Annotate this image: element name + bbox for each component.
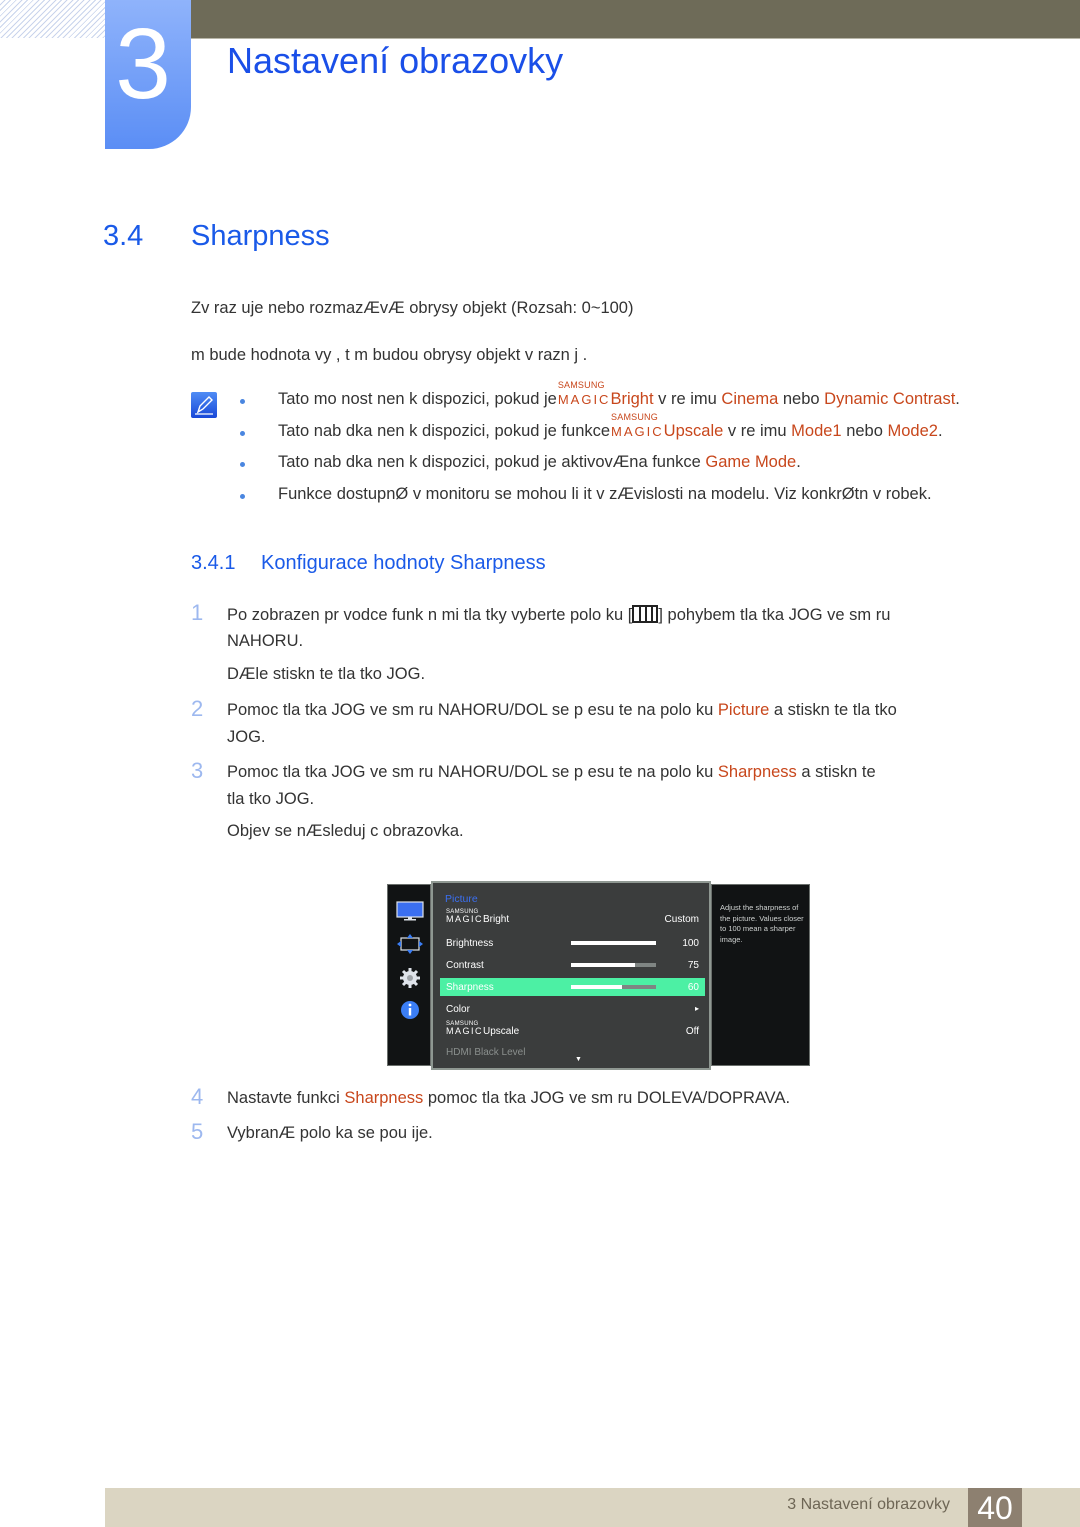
section-description: Zv raz uje nebo rozmazÆvÆ obrysy objekt …	[191, 299, 634, 317]
info-icon	[401, 1001, 419, 1019]
header-bar	[190, 0, 1080, 38]
note-highlight: Bright	[610, 390, 654, 408]
section-title: Sharpness	[191, 220, 330, 252]
osd-slider-sharpness[interactable]	[571, 985, 656, 989]
osd-row-magic-bright[interactable]: SAMSUNG MAGICBright Custom	[440, 909, 705, 928]
step-highlight: Sharpness	[344, 1089, 424, 1107]
step-1-line-3: DÆle stiskn te tla tko JOG.	[227, 665, 426, 683]
footer-chapter-label: 3 Nastavení obrazovky	[787, 1496, 950, 1513]
note-text: Tato mo nost nen k dispozici, pokud je	[278, 390, 557, 408]
osd-slider-fill	[571, 941, 656, 945]
step-number: 3	[191, 758, 204, 783]
bullet-icon	[240, 493, 245, 499]
bullet-icon	[240, 462, 245, 467]
menu-button-icon	[632, 605, 659, 623]
step-number: 2	[191, 696, 204, 721]
size-position-icon	[397, 934, 423, 954]
note-text: Tato nab dka nen k dispozici, pokud je f…	[278, 421, 611, 440]
note-highlight: Game Mode	[705, 453, 797, 471]
osd-row-color[interactable]: Color ▸	[440, 1000, 705, 1018]
osd-help-panel: Adjust the sharpness of the picture. Val…	[711, 884, 810, 1066]
step-3-line-3: Objev se nÆsleduj c obrazovka.	[227, 822, 464, 840]
step-3-line-1: Pomoc tla tka JOG ve sm ru NAHORU/DOL se…	[227, 763, 876, 781]
bullet-icon	[240, 430, 245, 436]
osd-sidebar	[387, 884, 431, 1066]
scroll-down-icon[interactable]: ▼	[575, 1056, 582, 1063]
osd-slider-brightness[interactable]	[571, 941, 656, 945]
note-highlight: Cinema	[721, 390, 779, 408]
osd-row-value: Off	[685, 1026, 699, 1037]
note-highlight: Mode2	[887, 421, 938, 440]
osd-row-hdmi-black-level: HDMI Black Level	[446, 1047, 526, 1058]
step-4-line-1: Nastavte funkci Sharpness pomoc tla tka …	[227, 1089, 791, 1107]
step-highlight: Picture	[717, 701, 770, 719]
step-2-line-2: JOG.	[227, 728, 266, 746]
chapter-tab: 3	[105, 0, 191, 149]
osd-row-value: 75	[687, 960, 699, 971]
header-divider	[190, 38, 1080, 39]
step-1-line-2: NAHORU.	[227, 632, 304, 650]
section-number: 3.4	[103, 220, 144, 252]
osd-slider-fill	[571, 963, 635, 967]
step-3-line-2: tla tko JOG.	[227, 790, 315, 808]
step-2-line-1: Pomoc tla tka JOG ve sm ru NAHORU/DOL se…	[227, 701, 897, 719]
chapter-title: Nastavení obrazovky	[227, 40, 564, 81]
osd-row-value: 60	[687, 982, 699, 993]
osd-row-value: 100	[682, 938, 699, 949]
step-1-line-1: Po zobrazen pr vodce funk n mi tla tky v…	[227, 605, 891, 624]
step-number: 1	[191, 600, 204, 625]
note-highlight: Mode1	[791, 421, 842, 440]
chapter-number: 3	[115, 8, 171, 120]
gear-icon	[400, 968, 420, 988]
page-number-box: 40	[968, 1488, 1022, 1527]
subsection-number: 3.4.1	[191, 552, 236, 574]
samsung-magic-logo: SAMSUNG MAGIC	[446, 1021, 484, 1036]
note-pencil-icon	[191, 392, 217, 418]
osd-row-magic-upscale[interactable]: SAMSUNG MAGICUpscale Off	[440, 1021, 705, 1040]
osd-row-sharpness[interactable]: Sharpness 60	[440, 978, 705, 996]
subsection-title: Konfigurace hodnoty Sharpness	[261, 552, 546, 574]
osd-help-text: Adjust the sharpness of the picture. Val…	[720, 903, 804, 944]
note-text: Funkce dostupnØ v monitoru se mohou li i…	[278, 484, 932, 503]
note-highlight: Upscale	[663, 421, 724, 440]
osd-slider-fill	[571, 985, 622, 989]
page-number: 40	[977, 1490, 1013, 1526]
osd-row-contrast[interactable]: Contrast 75	[440, 956, 705, 974]
step-5-line-1: VybranÆ polo ka se pou ije.	[227, 1124, 433, 1142]
samsung-magic-logo: SAMSUNG MAGIC	[557, 380, 611, 407]
osd-slider-contrast[interactable]	[571, 963, 656, 967]
note-highlight: Dynamic Contrast	[824, 390, 956, 408]
monitor-icon	[396, 901, 424, 921]
osd-menu-heading: Picture	[445, 893, 478, 905]
osd-picture-menu: Picture SAMSUNG MAGICBright Custom Bright…	[431, 881, 711, 1070]
step-number: 5	[191, 1119, 204, 1144]
bullet-icon	[240, 399, 245, 404]
osd-row-brightness[interactable]: Brightness 100	[440, 934, 705, 952]
section-description-2: m bude hodnota vy , t m budou obrysy obj…	[191, 346, 588, 364]
submenu-arrow-icon: ▸	[694, 1004, 699, 1013]
step-highlight: Sharpness	[717, 763, 797, 781]
step-number: 4	[191, 1084, 204, 1109]
samsung-magic-logo: SAMSUNG MAGIC	[611, 411, 664, 439]
note-text: Tato nab dka nen k dispozici, pokud je a…	[278, 453, 706, 471]
header-hatch-decoration	[0, 0, 105, 38]
osd-row-value: Custom	[664, 914, 699, 925]
samsung-magic-logo: SAMSUNG MAGIC	[446, 909, 484, 924]
